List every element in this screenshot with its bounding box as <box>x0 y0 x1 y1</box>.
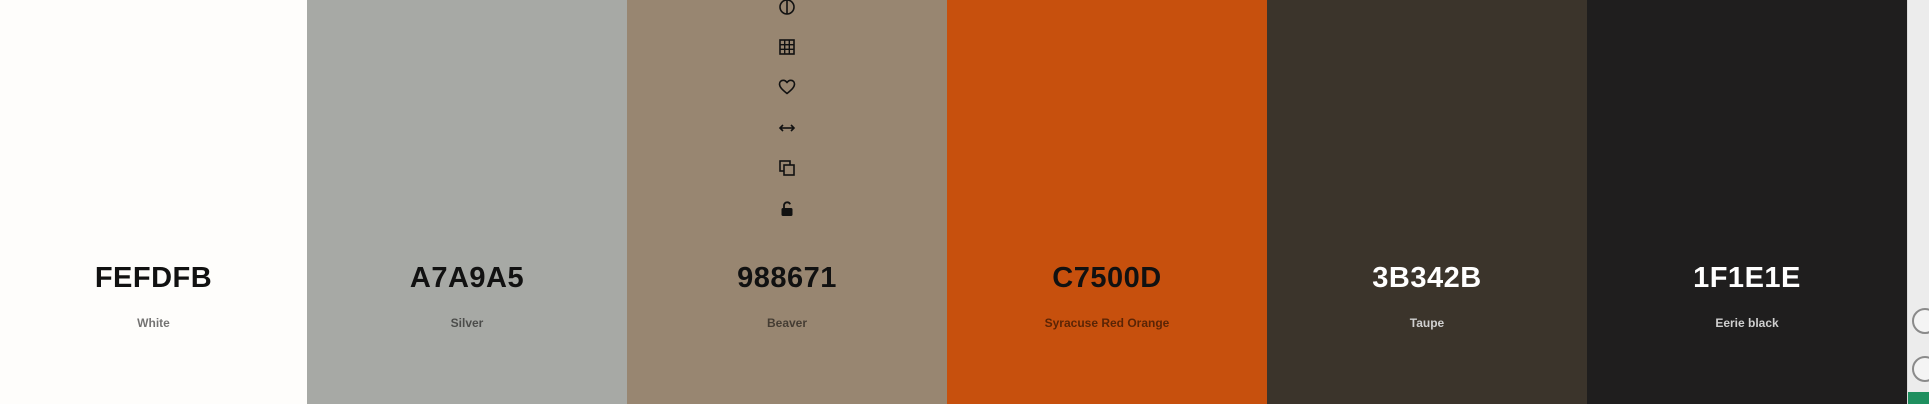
color-name: White <box>137 316 170 330</box>
grid-icon[interactable] <box>775 35 799 59</box>
palette: FEFDFB White A7A9A5 Silver 988671 Beaver… <box>0 0 1907 404</box>
swatch-syracuse-red-orange[interactable]: C7500D Syracuse Red Orange <box>947 0 1267 404</box>
settings-icon[interactable] <box>1912 308 1929 334</box>
color-name: Syracuse Red Orange <box>1044 316 1170 330</box>
hex-code[interactable]: 1F1E1E <box>1587 262 1907 295</box>
color-name: Eerie black <box>1715 316 1779 330</box>
swatch-eerie-black[interactable]: 1F1E1E Eerie black <box>1587 0 1907 404</box>
hex-code[interactable]: 988671 <box>627 262 947 295</box>
hex-code[interactable]: FEFDFB <box>0 262 307 295</box>
hex-code[interactable]: A7A9A5 <box>307 262 627 295</box>
arrows-horizontal-icon[interactable] <box>775 116 799 140</box>
copy-icon[interactable] <box>775 156 799 180</box>
right-sidebar <box>1907 0 1929 404</box>
color-name: Taupe <box>1409 316 1445 330</box>
swatch-beaver[interactable]: 988671 Beaver <box>627 0 947 404</box>
swatch-white[interactable]: FEFDFB White <box>0 0 307 404</box>
heart-icon[interactable] <box>775 75 799 99</box>
hex-code[interactable]: C7500D <box>947 262 1267 295</box>
hex-code[interactable]: 3B342B <box>1267 262 1587 295</box>
swatch-taupe[interactable]: 3B342B Taupe <box>1267 0 1587 404</box>
contrast-icon[interactable] <box>775 0 799 19</box>
color-name: Beaver <box>766 316 808 330</box>
status-indicator <box>1908 392 1929 404</box>
unlock-icon[interactable] <box>775 197 799 221</box>
color-name: Silver <box>450 316 484 330</box>
swatch-silver[interactable]: A7A9A5 Silver <box>307 0 627 404</box>
extension-icon[interactable] <box>1912 356 1929 382</box>
